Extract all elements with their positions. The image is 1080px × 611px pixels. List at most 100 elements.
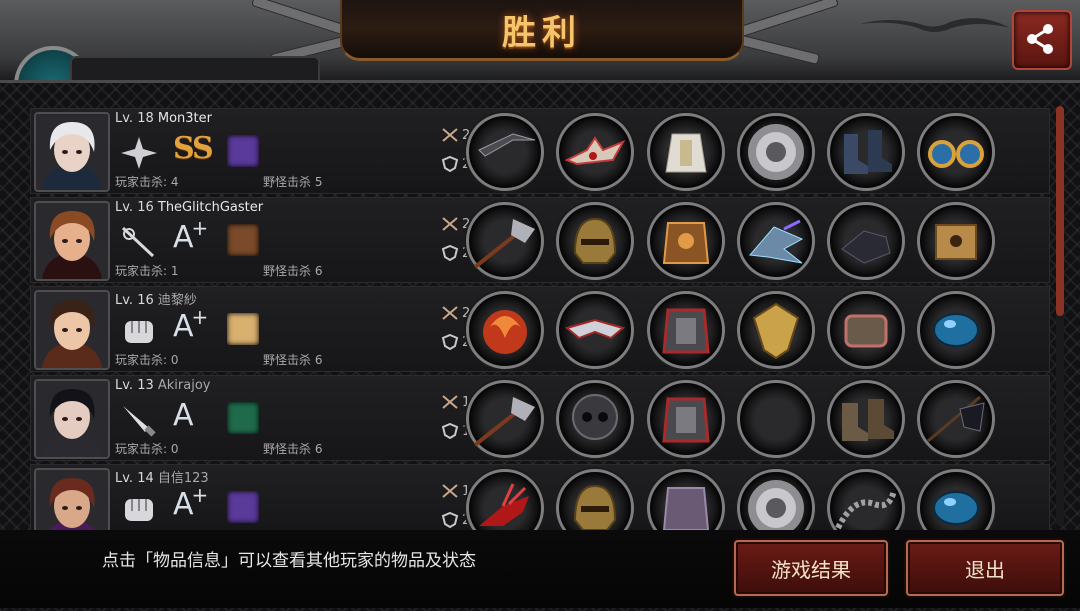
crossed-swords-icon xyxy=(442,395,458,409)
player-name: Mon3ter xyxy=(157,111,212,126)
player-grade: A xyxy=(173,398,193,433)
scrollbar-thumb[interactable] xyxy=(1056,106,1064,316)
player-grade: SS xyxy=(173,131,214,166)
player-level: Lv. 16 xyxy=(115,293,154,308)
rapier-icon xyxy=(119,224,159,260)
equipment-slot[interactable] xyxy=(827,380,905,458)
equipment-slot[interactable] xyxy=(737,291,815,369)
green-spirit-icon xyxy=(227,402,259,434)
grade-letter: SS xyxy=(173,131,214,166)
player-portrait xyxy=(34,201,110,281)
monster-kills: 野怪击杀 6 xyxy=(263,264,323,278)
equipment-slot[interactable] xyxy=(466,469,544,531)
shield-icon xyxy=(441,156,459,172)
fist-icon xyxy=(119,313,159,349)
victory-title: 胜利 xyxy=(502,12,582,53)
monster-kills: 野怪击杀 6 xyxy=(263,442,323,456)
shield-icon xyxy=(441,512,459,528)
shield-icon xyxy=(441,245,459,261)
equipment-slot[interactable] xyxy=(466,291,544,369)
player-portrait xyxy=(34,468,110,531)
player-grade: A+ xyxy=(173,483,208,522)
player-kills: 玩家击杀: 0 xyxy=(115,353,179,367)
equipment-slot[interactable] xyxy=(647,469,725,531)
player-level-name: Lv. 16 TheGlitchGaster xyxy=(115,200,263,215)
grade-letter: A xyxy=(173,309,193,344)
player-level: Lv. 18 xyxy=(115,111,154,126)
bird-silhouette-icon xyxy=(860,18,1010,32)
player-name: TheGlitchGaster xyxy=(157,200,264,215)
grade-letter: A xyxy=(173,398,193,433)
player-level: Lv. 13 xyxy=(115,378,154,393)
player-row[interactable]: Lv. 16 TheGlitchGaster A+ 玩家击杀: 1 野怪击杀 6… xyxy=(30,197,1050,283)
share-icon xyxy=(1027,24,1053,54)
crossed-swords-icon xyxy=(442,128,458,142)
player-portrait xyxy=(34,112,110,192)
player-grade: A+ xyxy=(173,216,208,255)
equipment-slot[interactable] xyxy=(556,380,634,458)
treasure-cat-icon xyxy=(227,224,259,256)
equipment-slot[interactable] xyxy=(466,113,544,191)
shuriken-icon xyxy=(119,135,159,171)
crossed-swords-icon xyxy=(442,217,458,231)
player-grade: A+ xyxy=(173,305,208,344)
equipment-slot[interactable] xyxy=(917,291,995,369)
victory-banner: 胜利 xyxy=(340,0,744,61)
equipment-slot[interactable] xyxy=(647,380,725,458)
player-row[interactable]: Lv. 14 自信123 A+ 163 217 xyxy=(30,464,1050,532)
equipment-slot[interactable] xyxy=(917,113,995,191)
equipment-slot[interactable] xyxy=(737,113,815,191)
player-row[interactable]: Lv. 18 Mon3ter SS 玩家击杀: 4 野怪击杀 5 247 255 xyxy=(30,108,1050,194)
equipment-slot[interactable] xyxy=(827,469,905,531)
equipment-slot[interactable] xyxy=(827,202,905,280)
equipment-slot[interactable] xyxy=(827,113,905,191)
grade-plus: + xyxy=(191,483,209,507)
player-level-name: Lv. 13 Akirajoy xyxy=(115,378,210,393)
fist-icon xyxy=(119,491,159,527)
equipment-slot[interactable] xyxy=(827,291,905,369)
player-level-name: Lv. 16 迪黎紗 xyxy=(115,289,197,308)
equipment-slot[interactable] xyxy=(466,380,544,458)
equipment-slot[interactable] xyxy=(556,202,634,280)
player-level-name: Lv. 18 Mon3ter xyxy=(115,111,212,126)
shield-icon xyxy=(441,423,459,439)
player-kills: 玩家击杀: 1 xyxy=(115,264,179,278)
shield-icon xyxy=(441,334,459,350)
player-level: Lv. 16 xyxy=(115,200,154,215)
crossed-swords-icon xyxy=(442,306,458,320)
game-results-button[interactable]: 游戏结果 xyxy=(734,540,888,596)
equipment-slot[interactable] xyxy=(647,291,725,369)
equipment-slot[interactable] xyxy=(737,202,815,280)
gold-cat-icon xyxy=(227,313,259,345)
monster-kills: 野怪击杀 6 xyxy=(263,353,323,367)
monster-kills: 野怪击杀 5 xyxy=(263,175,323,189)
equipment-slot[interactable] xyxy=(737,380,815,458)
share-button[interactable] xyxy=(1012,10,1072,70)
player-kills: 玩家击杀: 4 xyxy=(115,175,179,189)
exit-button[interactable]: 退出 xyxy=(906,540,1064,596)
equipment-slot[interactable] xyxy=(737,469,815,531)
player-row[interactable]: Lv. 16 迪黎紗 A+ 玩家击杀: 0 野怪击杀 6 203 222 xyxy=(30,286,1050,372)
hint-text: 点击「物品信息」可以查看其他玩家的物品及状态 xyxy=(102,551,476,571)
equipment-slot[interactable] xyxy=(647,113,725,191)
purple-beast-icon xyxy=(227,491,259,523)
equipment-slot[interactable] xyxy=(917,380,995,458)
player-portrait xyxy=(34,379,110,459)
equipment-slot[interactable] xyxy=(917,202,995,280)
purple-beast-icon xyxy=(227,135,259,167)
equipment-slot[interactable] xyxy=(556,469,634,531)
grade-letter: A xyxy=(173,220,193,255)
equipment-slot[interactable] xyxy=(917,469,995,531)
knife-icon xyxy=(119,402,159,438)
crossed-swords-icon xyxy=(442,484,458,498)
equipment-slot[interactable] xyxy=(556,113,634,191)
player-row[interactable]: Lv. 13 Akirajoy A 玩家击杀: 0 野怪击杀 6 168 187 xyxy=(30,375,1050,461)
equipment-slot[interactable] xyxy=(647,202,725,280)
player-level: Lv. 14 xyxy=(115,471,154,486)
player-name: Akirajoy xyxy=(157,378,211,393)
player-portrait xyxy=(34,290,110,370)
equipment-slot[interactable] xyxy=(466,202,544,280)
player-kills: 玩家击杀: 0 xyxy=(115,442,179,456)
equipment-slot[interactable] xyxy=(556,291,634,369)
grade-plus: + xyxy=(191,216,209,240)
